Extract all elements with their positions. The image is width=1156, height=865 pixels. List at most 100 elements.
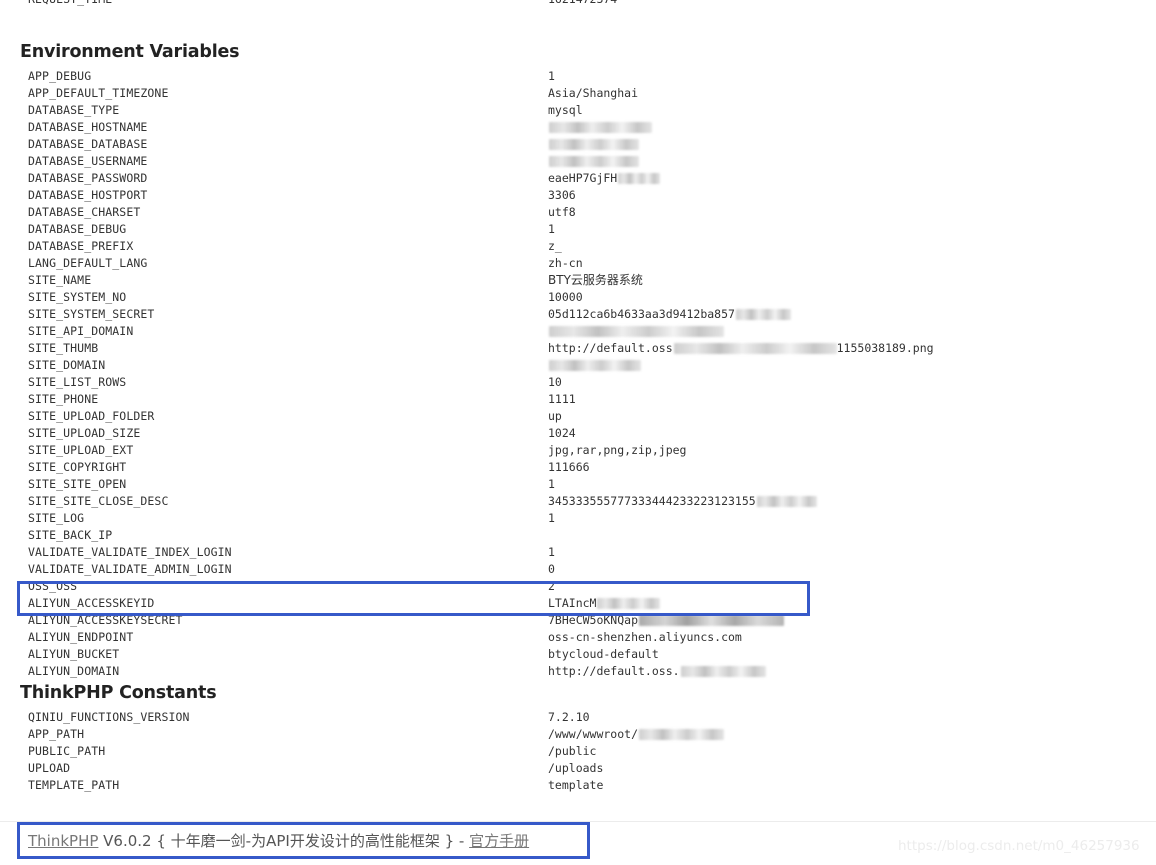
thinkphp-constants-list: QINIU_FUNCTIONS_VERSION 7.2.10 APP_PATH/ww… (0, 709, 1156, 794)
table-row: DATABASE_HOSTPORT 3306 (0, 187, 1156, 204)
variable-value: template (548, 778, 604, 792)
variable-value: 3306 (548, 188, 576, 202)
variable-key: VALIDATE_VALIDATE_INDEX_LOGIN (28, 545, 232, 559)
variable-key: APP_DEBUG (28, 69, 92, 83)
table-row: SITE_UPLOAD_SIZE 1024 (0, 425, 1156, 442)
variable-key: SITE_PHONE (28, 392, 99, 406)
variable-value: jpg,rar,png,zip,jpeg (548, 443, 687, 457)
variable-value: 1621472374 (548, 0, 617, 8)
table-row: SITE_DOMAIN (0, 357, 1156, 374)
variable-key: SITE_SYSTEM_NO (28, 290, 127, 304)
table-row: APP_DEBUG 1 (0, 68, 1156, 85)
table-row: SITE_LIST_ROWS 10 (0, 374, 1156, 391)
variable-key: DATABASE_HOSTPORT (28, 188, 148, 202)
table-row: SITE_NAME BTY云服务器系统 (0, 272, 1156, 289)
variable-value: btycloud-default (548, 647, 659, 661)
table-row: SITE_UPLOAD_EXT jpg,rar,png,zip,jpeg (0, 442, 1156, 459)
table-row: QINIU_FUNCTIONS_VERSION 7.2.10 (0, 709, 1156, 726)
variable-key: APP_DEFAULT_TIMEZONE (28, 86, 169, 100)
variable-value (548, 136, 639, 153)
variable-key: QINIU_FUNCTIONS_VERSION (28, 710, 190, 724)
variable-value: LTAIncM (548, 595, 661, 612)
variable-key: SITE_UPLOAD_EXT (28, 443, 134, 457)
table-row: DATABASE_USERNAME (0, 153, 1156, 170)
table-row: PUBLIC_PATH/public (0, 743, 1156, 760)
variable-value: 1111 (548, 392, 576, 406)
table-row: VALIDATE_VALIDATE_ADMIN_LOGIN 0 (0, 561, 1156, 578)
variable-key: OSS_OSS (28, 579, 78, 593)
variable-value: 2 (548, 579, 555, 593)
table-row: DATABASE_PREFIX z_ (0, 238, 1156, 255)
redacted-value-mask (735, 309, 791, 320)
variable-key: TEMPLATE_PATH (28, 778, 120, 792)
variable-key: PUBLIC_PATH (28, 744, 106, 758)
variable-key: ALIYUN_ACCESSKEYSECRET (28, 613, 183, 627)
footer-divider (0, 821, 1156, 822)
variable-value: utf8 (548, 205, 576, 219)
variable-value (548, 357, 641, 374)
variable-value: 1 (548, 477, 555, 491)
table-row: VALIDATE_VALIDATE_INDEX_LOGIN 1 (0, 544, 1156, 561)
variable-value: http://default.oss 1155038189.png (548, 341, 934, 355)
variable-value (548, 153, 639, 170)
table-row: DATABASE_HOSTNAME (0, 119, 1156, 136)
table-row: SITE_API_DOMAIN (0, 323, 1156, 340)
variable-value: up (548, 409, 562, 423)
variable-value: Asia/Shanghai (548, 86, 639, 100)
redacted-value-mask (680, 666, 766, 677)
variable-value: /uploads (548, 761, 604, 775)
table-row: DATABASE_TYPE mysql (0, 102, 1156, 119)
variable-key: DATABASE_CHARSET (28, 205, 141, 219)
variable-value: /public (548, 744, 597, 758)
variable-key: DATABASE_DATABASE (28, 137, 148, 151)
table-row: ALIYUN_ACCESSKEYSECRET 7BHeCW5oKNQap (0, 612, 1156, 629)
variable-value (548, 119, 652, 136)
variable-key: ALIYUN_DOMAIN (28, 664, 120, 678)
variable-key: SITE_UPLOAD_FOLDER (28, 409, 155, 423)
variable-key: LANG_DEFAULT_LANG (28, 256, 148, 270)
variable-key: DATABASE_DEBUG (28, 222, 127, 236)
variable-value: oss-cn-shenzhen.aliyuncs.com (548, 630, 742, 644)
variable-value: 1024 (548, 426, 576, 440)
redacted-value-mask (549, 139, 639, 150)
variable-value: 1 (548, 222, 555, 236)
variable-value: z_ (548, 239, 562, 253)
variable-value: /www/wwwroot/ (548, 726, 725, 743)
thinkphp-link[interactable]: ThinkPHP (28, 832, 98, 850)
redacted-value-mask (549, 156, 639, 167)
table-row: SITE_SYSTEM_SECRET 05d112ca6b4633aa3d9412… (0, 306, 1156, 323)
variable-key: SITE_SITE_OPEN (28, 477, 127, 491)
variable-key: SITE_COPYRIGHT (28, 460, 127, 474)
redacted-value-mask (618, 173, 661, 184)
variable-value: 1 (548, 511, 555, 525)
variable-key: SITE_SITE_CLOSE_DESC (28, 494, 169, 508)
variable-key: SITE_LIST_ROWS (28, 375, 127, 389)
table-row: SITE_THUMB http://default.oss 1155038189.p… (0, 340, 1156, 357)
table-row: ALIYUN_BUCKET btycloud-default (0, 646, 1156, 663)
table-row: DATABASE_PASSWORD eaeHP7GjFH (0, 170, 1156, 187)
variable-value: 345333555777333444233223123155 (548, 493, 817, 510)
table-row: TEMPLATE_PATH template (0, 777, 1156, 794)
table-row: DATABASE_DEBUG 1 (0, 221, 1156, 238)
variable-key: VALIDATE_VALIDATE_ADMIN_LOGIN (28, 562, 232, 576)
table-row: SITE_PHONE 1111 (0, 391, 1156, 408)
watermark: https://blog.csdn.net/m0_46257936 (898, 838, 1140, 854)
variable-key: SITE_API_DOMAIN (28, 324, 134, 338)
redacted-value-mask (597, 598, 661, 609)
official-manual-link[interactable]: 官方手册 (469, 832, 529, 850)
variable-key: ALIYUN_BUCKET (28, 647, 120, 661)
variable-value: eaeHP7GjFH (548, 170, 661, 187)
page-title-thinkphp-constants: ThinkPHP Constants (20, 683, 217, 703)
table-row: DATABASE_DATABASE (0, 136, 1156, 153)
page-title-environment-variables: Environment Variables (20, 42, 240, 62)
variable-value: 7.2.10 (548, 710, 590, 724)
table-row: REQUEST_TIME 1621472374 (0, 0, 1156, 8)
table-row: SITE_COPYRIGHT 111666 (0, 459, 1156, 476)
redacted-value-mask (639, 729, 725, 740)
clipped-top-row: REQUEST_TIME 1621472374 (0, 0, 1156, 9)
redacted-value-mask (756, 496, 817, 507)
table-row: UPLOAD/uploads (0, 760, 1156, 777)
variable-value: 10 (548, 375, 562, 389)
table-row: APP_PATH/www/wwwroot/ (0, 726, 1156, 743)
table-row: SITE_SITE_OPEN 1 (0, 476, 1156, 493)
